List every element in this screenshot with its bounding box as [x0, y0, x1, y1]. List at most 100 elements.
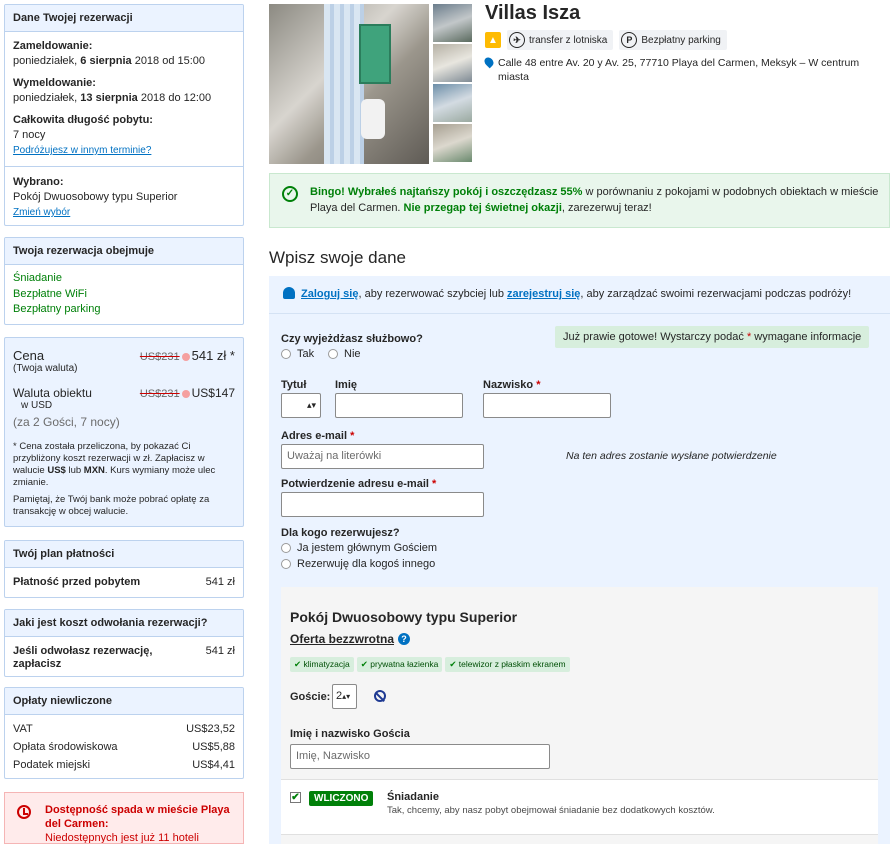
checkout-value: poniedziałek, 13 sierpnia 2018 do 12:00: [13, 92, 212, 104]
business-trip-label: Czy wyjeżdżasz służbowo?: [281, 333, 423, 345]
title-select[interactable]: ▴▾: [281, 393, 321, 418]
facility-list: ▲ ✈ transfer z lotniska P Bezpłatny parkin…: [485, 30, 727, 50]
change-dates-link[interactable]: Podróżujesz w innym terminie?: [13, 145, 151, 156]
thumbs-up-icon: ▲: [485, 32, 501, 48]
amenity-tag: klimatyzacja: [290, 657, 354, 672]
form-title: Wpisz swoje dane: [269, 248, 407, 267]
hotel-thumbnail[interactable]: [433, 44, 472, 82]
checkin-value: poniedziałek, 6 sierpnia 2018 od 15:00: [13, 55, 206, 67]
includes-panel: Twoja rezerwacja obejmuje Śniadanie Bezp…: [4, 237, 244, 325]
include-item: Bezpłatny parking: [13, 303, 101, 315]
breakfast-text: Tak, chcemy, aby nasz pobyt obejmował śn…: [387, 805, 715, 816]
hotel-thumbnail[interactable]: [433, 4, 472, 42]
breakfast-option: ✔ WLICZONO Śniadanie Tak, chcemy, aby na…: [281, 779, 878, 835]
last-name-label: Nazwisko *: [483, 379, 541, 391]
price-row: Cena (Twoja waluta) US$231 541 zł *: [13, 348, 235, 374]
hotel-thumbnail[interactable]: [433, 84, 472, 122]
fee-row: Podatek miejski US$4,41: [13, 759, 235, 771]
business-no-radio[interactable]: Nie: [328, 348, 361, 360]
currency-sub: w USD: [21, 400, 53, 411]
hotel-thumbnail[interactable]: [433, 124, 472, 162]
payment-plan-header: Twój plan płatności: [5, 541, 243, 568]
chosen-room: Pokój Dwuosobowy typu Superior: [13, 191, 178, 203]
shuttle-icon: ✈: [509, 32, 525, 48]
bingo-banner: ✓ Bingo! Wybrałeś najtańszy pokój i oszc…: [269, 173, 890, 228]
map-pin-icon: [482, 55, 496, 69]
include-item: Śniadanie: [13, 272, 62, 284]
first-name-input[interactable]: [335, 393, 463, 418]
include-item: Bezpłatne WiFi: [13, 287, 87, 300]
business-yes-radio[interactable]: Tak: [281, 348, 314, 360]
chosen-label: Wybrano:: [13, 176, 64, 188]
confirm-email-input[interactable]: [281, 492, 484, 517]
payment-label: Płatność przed pobytem: [13, 576, 141, 588]
someone-else-radio[interactable]: Rezerwuję dla kogoś innego: [281, 558, 435, 570]
price-sublabel: (Twoja waluta): [13, 363, 78, 374]
guest-details-form: Zaloguj się, aby rezerwować szybciej lub…: [269, 276, 890, 844]
no-smoking-icon: [374, 690, 386, 702]
email-input[interactable]: Uważaj na literówki: [281, 444, 484, 469]
currency-row: Waluta obiektu w USD US$231 US$147: [13, 386, 235, 411]
stay-length-value: 7 nocy: [13, 129, 46, 141]
hotel-name: Villas Isza: [485, 2, 581, 24]
cancellation-panel: Jaki jest koszt odwołania rezerwacji? Je…: [4, 609, 244, 677]
cancellation-value: 541 zł: [205, 645, 235, 657]
offer-link[interactable]: Oferta bezzwrotna?: [290, 632, 411, 646]
fee-row: Opłata środowiskowa US$5,88: [13, 741, 235, 753]
facility-transfer: ✈ transfer z lotniska: [507, 30, 614, 50]
alert-text: Niedostępnych jest już 11 hoteli: [45, 832, 199, 844]
info-icon[interactable]: [181, 389, 190, 398]
fees-panel: Opłaty niewliczone VAT US$23,52 Opłata śr…: [4, 687, 244, 779]
info-icon[interactable]: [181, 352, 190, 361]
login-link[interactable]: Zaloguj się: [301, 288, 358, 300]
alarm-clock-icon: [17, 805, 31, 819]
payment-plan-panel: Twój plan płatności Płatność przed pobyt…: [4, 540, 244, 598]
amenity-tag: telewizor z płaskim ekranem: [445, 657, 570, 672]
breakfast-checkbox[interactable]: ✔: [290, 792, 301, 803]
parking-icon: P: [621, 32, 638, 48]
hotel-address: Calle 48 entre Av. 20 y Av. 25, 77710 Pl…: [482, 55, 885, 84]
register-link[interactable]: zarejestruj się: [507, 288, 580, 300]
checkout-label: Wymeldowanie:: [13, 77, 96, 89]
email-label: Adres e-mail *: [281, 430, 355, 442]
includes-header: Twoja rezerwacja obejmuje: [5, 238, 243, 265]
guests-select[interactable]: 2▴▾: [332, 684, 357, 709]
booking-details-panel: Dane Twojej rezerwacji Zameldowanie: pon…: [4, 4, 244, 226]
alert-title: Dostępność spada w mieście Playa del Car…: [45, 804, 230, 830]
booking-for-label: Dla kogo rezerwujesz?: [281, 527, 400, 539]
guests-nights: (za 2 Gości, 7 nocy): [13, 415, 120, 429]
checkin-label: Zameldowanie:: [13, 40, 93, 52]
facility-parking: P Bezpłatny parking: [619, 30, 727, 50]
currency-label: Waluta obiektu: [13, 386, 92, 400]
last-name-input[interactable]: [483, 393, 611, 418]
guest-name-input[interactable]: Imię, Nazwisko: [290, 744, 550, 769]
main-guest-radio[interactable]: Ja jestem głównym Gościem: [281, 542, 437, 554]
guests-label: Goście:: [290, 691, 331, 703]
check-circle-icon: ✓: [282, 186, 298, 202]
user-icon: [283, 287, 295, 299]
first-name-label: Imię: [335, 379, 358, 391]
breakfast-title: Śniadanie: [387, 791, 439, 803]
stay-length-label: Całkowita długość pobytu:: [13, 114, 153, 126]
room-card: Pokój Dwuosobowy typu Superior Oferta be…: [281, 587, 878, 844]
price-value: 541 zł *: [191, 348, 235, 363]
bingo-text: Bingo! Wybrałeś najtańszy pokój i oszczę…: [310, 186, 879, 214]
price-label: Cena: [13, 348, 45, 363]
price-note: * Cena została przeliczona, by pokazać C…: [13, 441, 216, 488]
confirm-email-label: Potwierdzenie adresu e-mail *: [281, 478, 437, 490]
title-label: Tytuł: [281, 379, 307, 391]
guest-name-label: Imię i nazwisko Gościa: [290, 728, 410, 740]
old-price-usd: US$231: [139, 388, 180, 400]
room-amenities: klimatyzacja prywatna łazienka telewizor…: [290, 657, 570, 672]
hotel-main-photo[interactable]: [269, 4, 429, 164]
email-note: Na ten adres zostanie wysłane potwierdze…: [566, 450, 777, 462]
cancellation-label: Jeśli odwołasz rezerwację, zapłacisz: [13, 645, 153, 670]
booking-details-header: Dane Twojej rezerwacji: [5, 5, 243, 32]
amenity-tag: prywatna łazienka: [356, 657, 443, 672]
fees-header: Opłaty niewliczone: [5, 688, 243, 715]
help-icon[interactable]: ?: [398, 633, 411, 645]
cancellation-header: Jaki jest koszt odwołania rezerwacji?: [5, 610, 243, 637]
change-choice-link[interactable]: Zmień wybór: [13, 207, 70, 218]
payment-value: 541 zł: [205, 576, 235, 588]
included-badge: WLICZONO: [309, 791, 374, 806]
